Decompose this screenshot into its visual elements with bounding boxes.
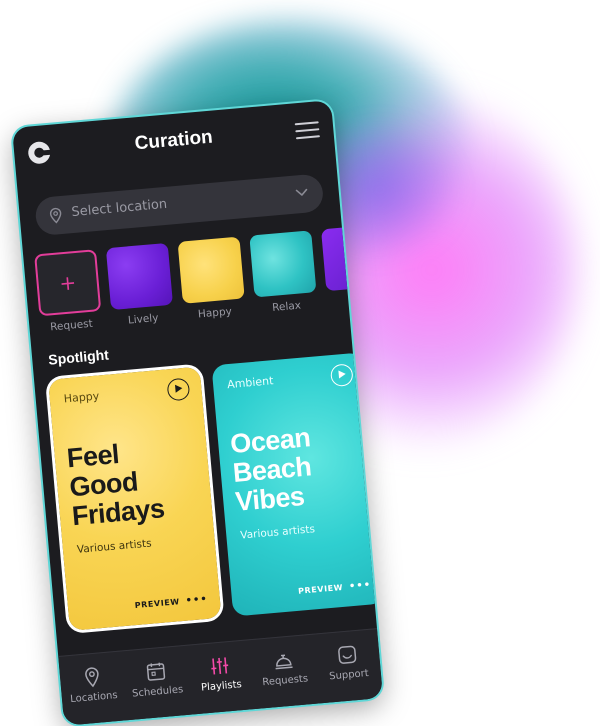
mood-swatch[interactable] bbox=[178, 237, 245, 304]
card-mood-tag: Ambient bbox=[227, 374, 274, 391]
tab-label: Schedules bbox=[125, 684, 190, 701]
mood-label: Lively bbox=[111, 311, 176, 329]
support-chat-icon bbox=[335, 643, 359, 667]
mood-swatch[interactable] bbox=[249, 230, 316, 297]
card-subtitle: Various artists bbox=[76, 537, 152, 555]
tab-playlists[interactable]: Playlists bbox=[187, 652, 254, 694]
hamburger-menu-icon[interactable] bbox=[295, 121, 320, 139]
location-pin-icon bbox=[49, 207, 62, 224]
tab-label: Support bbox=[317, 667, 382, 684]
app-header: Curation bbox=[12, 100, 336, 186]
plus-icon: + bbox=[38, 268, 98, 297]
play-icon[interactable] bbox=[167, 378, 191, 402]
calendar-icon bbox=[144, 660, 168, 684]
mood-swatch[interactable] bbox=[321, 224, 383, 291]
tab-label: Requests bbox=[253, 673, 318, 690]
card-mood-tag: Happy bbox=[63, 389, 99, 405]
more-dots-icon[interactable]: ••• bbox=[349, 579, 372, 592]
mood-item-happy[interactable]: Happy bbox=[177, 237, 248, 322]
playlist-card-ocean-beach-vibes[interactable]: Ambient Ocean Beach Vibes Various artist… bbox=[211, 352, 383, 616]
mood-item-relax[interactable]: Relax bbox=[248, 230, 319, 315]
play-icon[interactable] bbox=[330, 363, 354, 387]
mood-swatch[interactable] bbox=[106, 243, 173, 310]
location-select-placeholder: Select location bbox=[71, 197, 168, 220]
preview-button[interactable]: PREVIEW ••• bbox=[134, 594, 208, 611]
mood-label: Relax bbox=[254, 298, 319, 316]
spotlight-heading: Spotlight bbox=[48, 346, 110, 367]
preview-button[interactable]: PREVIEW ••• bbox=[298, 579, 372, 596]
tab-label: Locations bbox=[62, 689, 127, 706]
chevron-down-icon bbox=[294, 186, 309, 197]
phone-frame: Curation Select location + Request Livel… bbox=[12, 100, 383, 726]
service-bell-icon bbox=[272, 648, 296, 672]
mood-selector: + Request Lively Happy Relax bbox=[33, 227, 359, 335]
mood-label: Happy bbox=[182, 304, 247, 322]
mood-item-more[interactable] bbox=[320, 224, 383, 291]
card-title: Feel Good Fridays bbox=[66, 432, 213, 531]
location-pin-icon bbox=[80, 665, 104, 689]
tab-locations[interactable]: Locations bbox=[59, 663, 126, 705]
tab-schedules[interactable]: Schedules bbox=[123, 658, 190, 700]
tab-support[interactable]: Support bbox=[314, 641, 381, 683]
mood-label: Request bbox=[39, 317, 104, 335]
card-subtitle: Various artists bbox=[240, 523, 316, 541]
request-tile[interactable]: + bbox=[34, 249, 101, 316]
preview-label: PREVIEW bbox=[298, 583, 344, 596]
tab-requests[interactable]: Requests bbox=[251, 647, 318, 689]
preview-label: PREVIEW bbox=[134, 597, 180, 610]
card-title: Ocean Beach Vibes bbox=[229, 418, 376, 517]
playlist-card-feel-good-fridays[interactable]: Happy Feel Good Fridays Various artists … bbox=[48, 367, 221, 631]
location-select[interactable]: Select location bbox=[34, 173, 324, 236]
equalizer-icon bbox=[208, 654, 232, 678]
tab-label: Playlists bbox=[189, 678, 254, 695]
bottom-tab-bar: Locations Schedules Playlists Requests S… bbox=[58, 628, 383, 726]
mood-item-request[interactable]: + Request bbox=[33, 249, 104, 334]
more-dots-icon[interactable]: ••• bbox=[185, 594, 208, 607]
mood-item-lively[interactable]: Lively bbox=[105, 243, 176, 328]
page-title: Curation bbox=[13, 116, 334, 166]
